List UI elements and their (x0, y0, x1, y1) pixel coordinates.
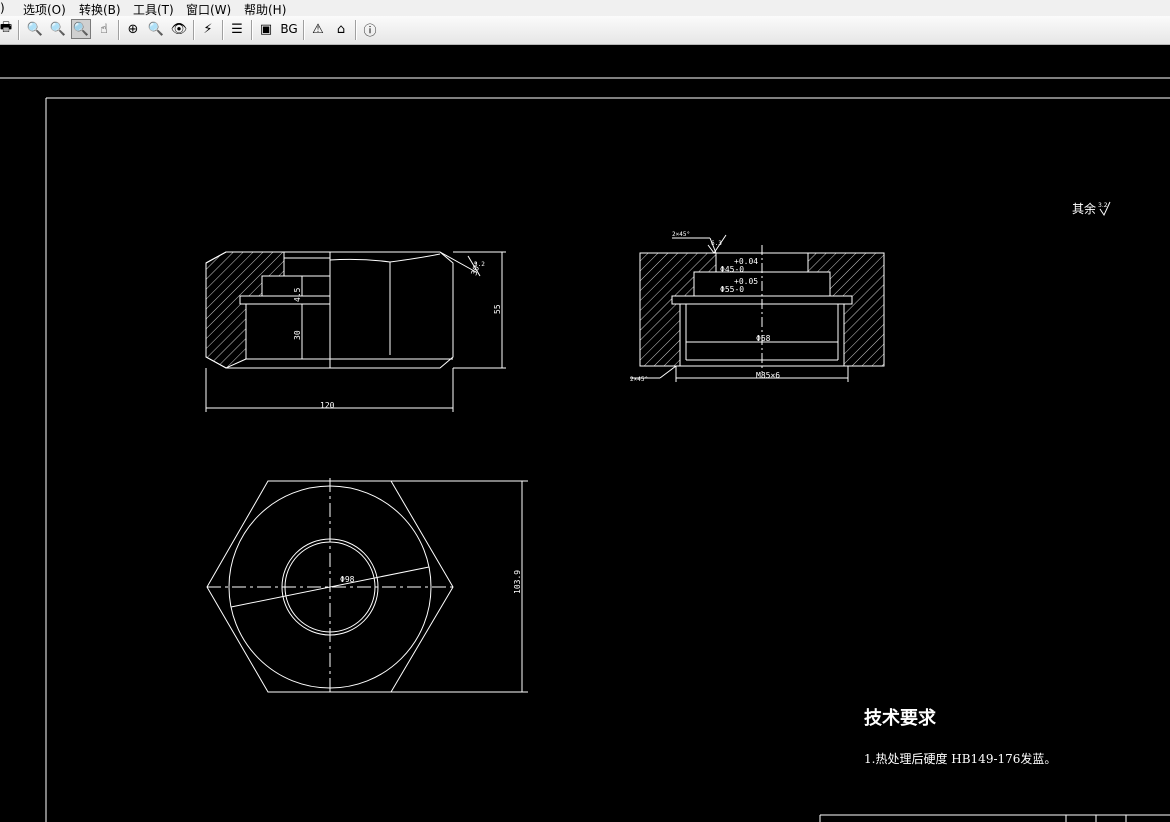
dim-chamfer-top: 2×45° (672, 231, 690, 238)
front-section-view (205, 251, 506, 412)
title-block (819, 814, 1170, 822)
frame-icon[interactable]: ▣ (256, 19, 276, 39)
dim-across-corners: 103.9 (513, 570, 522, 594)
pan-hand-icon[interactable]: ☝ (94, 19, 114, 39)
menu-bar: ) 选项(O) 转换(B) 工具(T) 窗口(W) 帮助(H) (0, 0, 1170, 17)
dim-dia98: Φ98 (340, 575, 355, 584)
background-button[interactable]: BG (279, 19, 299, 39)
zoom-previous-icon[interactable]: 🔍 (146, 19, 166, 39)
toolbar-separator (303, 20, 305, 40)
dim-height: 55 (493, 304, 502, 314)
toolbar-separator (222, 20, 224, 40)
toolbar-separator (18, 20, 20, 40)
toolbar-separator (251, 20, 253, 40)
layer-stack-icon[interactable]: ☰ (227, 19, 247, 39)
zoom-extents-icon[interactable]: ⊕ (123, 19, 143, 39)
dim-chamfer-bottom: 2×45° (630, 376, 648, 383)
roughness-front: 3.2 (474, 261, 485, 268)
dim-length: 120 (320, 401, 335, 410)
roughness-note-value: 3.2 (1098, 202, 1108, 209)
print-icon[interactable]: 🖶 (0, 19, 16, 39)
dim-thread: M85×6 (756, 371, 780, 380)
view-eye-icon[interactable]: 👁 (169, 19, 189, 39)
dim-d55: Φ55-0 (720, 285, 744, 294)
toolbar-separator (118, 20, 120, 40)
roughness-note: 其余 (1072, 201, 1096, 216)
top-view-hexagon (206, 478, 528, 696)
zoom-in-icon[interactable]: 🔍 (48, 19, 68, 39)
zoom-window-icon[interactable]: 🔍 (71, 19, 91, 39)
dim-d68: Φ68 (756, 334, 771, 343)
tech-requirements-title: 技术要求 (864, 707, 937, 729)
cad-drawing: 120 55 30 4.5 30° +0.04 Φ45-0 +0.05 Φ55-… (0, 77, 1170, 822)
dim-inner: 30 (293, 330, 302, 340)
toolbar-separator (193, 20, 195, 40)
drawing-canvas[interactable]: 120 55 30 4.5 30° +0.04 Φ45-0 +0.05 Φ55-… (0, 45, 1170, 822)
home-icon[interactable]: ⌂ (331, 19, 351, 39)
roughness-side: 6.3 (711, 240, 722, 247)
dim-d45: Φ45-0 (720, 265, 744, 274)
dim-small: 4.5 (293, 287, 302, 302)
tech-requirement-item: 1.热处理后硬度 HB149-176发蓝。 (864, 751, 1056, 766)
zoom-out-icon[interactable]: 🔍 (25, 19, 45, 39)
toolbar-separator (355, 20, 357, 40)
hatch-left (205, 251, 285, 369)
menu-fragment[interactable]: ) (0, 1, 5, 15)
toolbar: 🖶 🔍 🔍 🔍 ☝ ⊕ 🔍 👁 ⚡ ☰ ▣ BG ⚠ ⌂ ⓘ (0, 16, 1170, 45)
info-icon[interactable]: ⓘ (360, 19, 380, 39)
layers-icon[interactable]: ⚡ (198, 19, 218, 39)
user-icon[interactable]: ⚠ (308, 19, 328, 39)
